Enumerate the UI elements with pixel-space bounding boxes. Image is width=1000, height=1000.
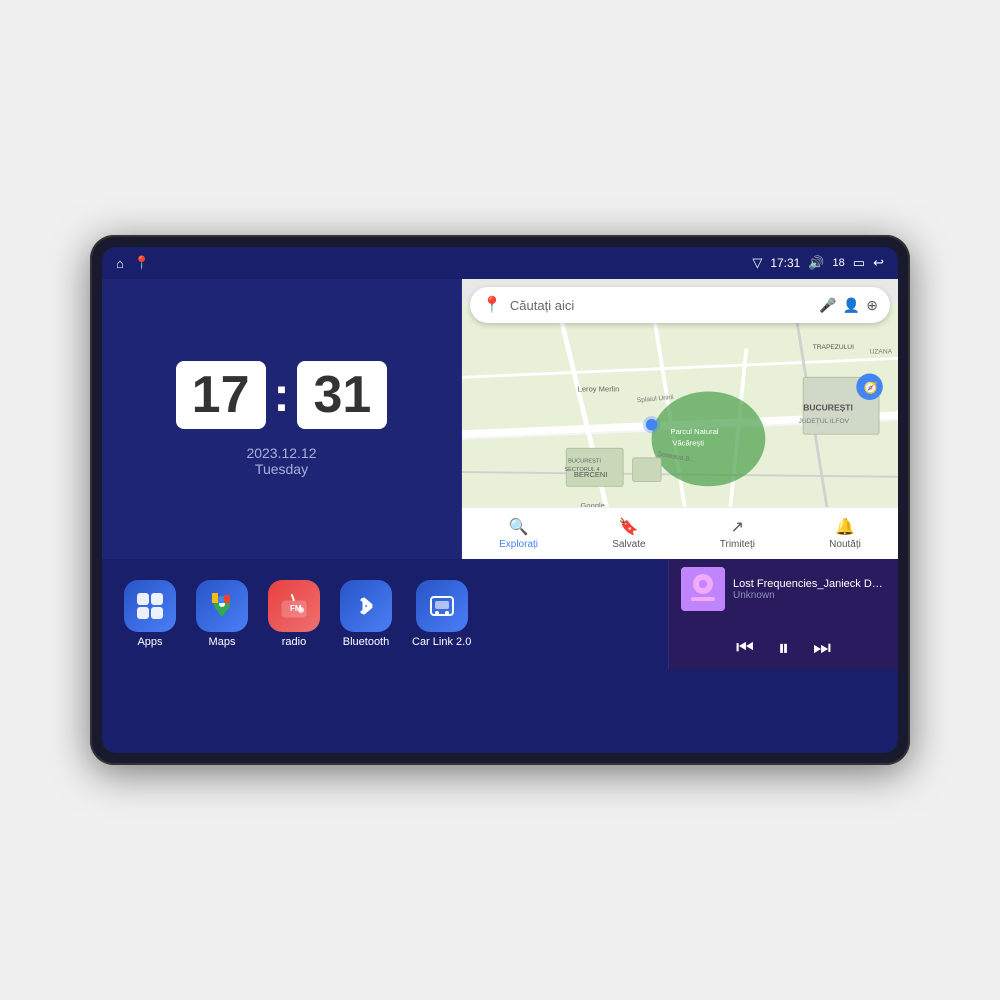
apps-label: Apps bbox=[137, 636, 162, 648]
map-container: Parcul Natural Văcărești BUCUREȘTI JUDEȚ… bbox=[462, 279, 898, 559]
map-nav-news-label: Noutăți bbox=[829, 539, 861, 550]
svg-text:JUDEȚUL ILFOV: JUDEȚUL ILFOV bbox=[798, 418, 849, 425]
svg-text:Leroy Merlin: Leroy Merlin bbox=[578, 385, 620, 394]
status-bar: ⌂ 📍 ▽ 17:31 🔊 18 ▭ ↩ bbox=[102, 247, 898, 279]
maps-label: Maps bbox=[209, 636, 236, 648]
music-play-button[interactable]: ⏸ bbox=[778, 635, 789, 661]
app-item-carlink[interactable]: Car Link 2.0 bbox=[402, 576, 481, 652]
music-details: Lost Frequencies_Janieck Devy-... Unknow… bbox=[733, 578, 886, 601]
svg-text:TRAPEZULUI: TRAPEZULUI bbox=[813, 344, 854, 351]
radio-icon: FM bbox=[268, 580, 320, 632]
signal-icon: ▽ bbox=[752, 255, 762, 271]
app-item-apps[interactable]: Apps bbox=[114, 576, 186, 652]
map-nav-explore-label: Explorați bbox=[499, 539, 538, 550]
music-title: Lost Frequencies_Janieck Devy-... bbox=[733, 578, 886, 590]
map-nav-share-label: Trimiteți bbox=[720, 539, 755, 550]
clock-hour: 17 bbox=[176, 361, 266, 429]
voice-search-icon[interactable]: 🎤 bbox=[819, 297, 836, 314]
clock-widget: 17 : 31 2023.12.12 Tuesday bbox=[102, 279, 462, 559]
svg-text:Parcul Natural: Parcul Natural bbox=[671, 427, 719, 436]
svg-text:BUCUREȘTI: BUCUREȘTI bbox=[568, 459, 601, 465]
carlink-label: Car Link 2.0 bbox=[412, 636, 471, 648]
map-pin-icon: 📍 bbox=[482, 295, 502, 315]
status-time: 17:31 bbox=[770, 256, 800, 270]
bookmark-icon: 🔖 bbox=[619, 517, 639, 537]
status-bar-left: ⌂ 📍 bbox=[116, 255, 150, 271]
device-screen: ⌂ 📍 ▽ 17:31 🔊 18 ▭ ↩ 17 : bbox=[102, 247, 898, 753]
map-nav-share[interactable]: ↗ Trimiteți bbox=[720, 517, 755, 550]
back-icon[interactable]: ↩ bbox=[873, 255, 884, 271]
svg-text:SECTORUL 4: SECTORUL 4 bbox=[564, 467, 599, 473]
music-player: Lost Frequencies_Janieck Devy-... Unknow… bbox=[668, 559, 898, 669]
apps-icon bbox=[124, 580, 176, 632]
clock-date: 2023.12.12 bbox=[246, 445, 316, 461]
app-item-bluetooth[interactable]: Bluetooth bbox=[330, 576, 402, 652]
map-bottom-bar: 🔍 Explorați 🔖 Salvate ↗ Trimiteți bbox=[462, 507, 898, 559]
map-widget[interactable]: Parcul Natural Văcărești BUCUREȘTI JUDEȚ… bbox=[462, 279, 898, 559]
music-info: Lost Frequencies_Janieck Devy-... Unknow… bbox=[681, 567, 886, 611]
volume-level: 18 bbox=[833, 257, 845, 269]
map-nav-explore[interactable]: 🔍 Explorați bbox=[499, 517, 538, 550]
music-artist: Unknown bbox=[733, 590, 886, 601]
status-bar-right: ▽ 17:31 🔊 18 ▭ ↩ bbox=[752, 255, 884, 271]
map-nav-saved[interactable]: 🔖 Salvate bbox=[612, 517, 645, 550]
apps-area: Apps Ma bbox=[102, 559, 668, 669]
music-prev-button[interactable]: ⏮ bbox=[736, 637, 754, 660]
app-item-maps[interactable]: Maps bbox=[186, 576, 258, 652]
maps-icon bbox=[196, 580, 248, 632]
map-nav-news[interactable]: 🔔 Noutăți bbox=[829, 517, 861, 550]
home-icon[interactable]: ⌂ bbox=[116, 256, 124, 271]
map-search-actions: 🎤 👤 ⊕ bbox=[819, 297, 878, 314]
music-thumbnail bbox=[681, 567, 725, 611]
radio-label: radio bbox=[282, 636, 306, 648]
music-controls: ⏮ ⏸ ⏭ bbox=[681, 635, 886, 661]
top-section: 17 : 31 2023.12.12 Tuesday bbox=[102, 279, 898, 559]
bottom-section: Apps Ma bbox=[102, 559, 898, 669]
bluetooth-icon bbox=[340, 580, 392, 632]
explore-icon: 🔍 bbox=[509, 517, 529, 537]
main-area: 17 : 31 2023.12.12 Tuesday bbox=[102, 279, 898, 753]
device-frame: ⌂ 📍 ▽ 17:31 🔊 18 ▭ ↩ 17 : bbox=[90, 235, 910, 765]
carlink-icon bbox=[416, 580, 468, 632]
maps-pin-icon[interactable]: 📍 bbox=[134, 255, 150, 271]
music-next-button[interactable]: ⏭ bbox=[813, 637, 831, 660]
svg-text:BUCUREȘTI: BUCUREȘTI bbox=[803, 402, 853, 412]
layers-icon[interactable]: ⊕ bbox=[866, 297, 878, 314]
svg-text:Văcărești: Văcărești bbox=[672, 439, 704, 448]
map-search-bar[interactable]: 📍 Căutați aici 🎤 👤 ⊕ bbox=[470, 287, 890, 323]
volume-icon: 🔊 bbox=[808, 255, 824, 271]
bluetooth-label: Bluetooth bbox=[343, 636, 389, 648]
battery-icon: ▭ bbox=[853, 255, 865, 271]
clock-minute: 31 bbox=[297, 361, 387, 429]
map-nav-saved-label: Salvate bbox=[612, 539, 645, 550]
share-icon: ↗ bbox=[731, 517, 744, 537]
news-icon: 🔔 bbox=[835, 517, 855, 537]
app-item-radio[interactable]: FM radio bbox=[258, 576, 330, 652]
clock-day: Tuesday bbox=[255, 461, 308, 477]
svg-text:UZANA: UZANA bbox=[870, 349, 893, 356]
map-search-placeholder: Căutați aici bbox=[510, 298, 811, 313]
account-icon[interactable]: 👤 bbox=[843, 297, 860, 314]
clock-colon: : bbox=[274, 368, 290, 423]
svg-text:🧭: 🧭 bbox=[864, 381, 878, 395]
clock-display: 17 : 31 bbox=[176, 361, 388, 429]
